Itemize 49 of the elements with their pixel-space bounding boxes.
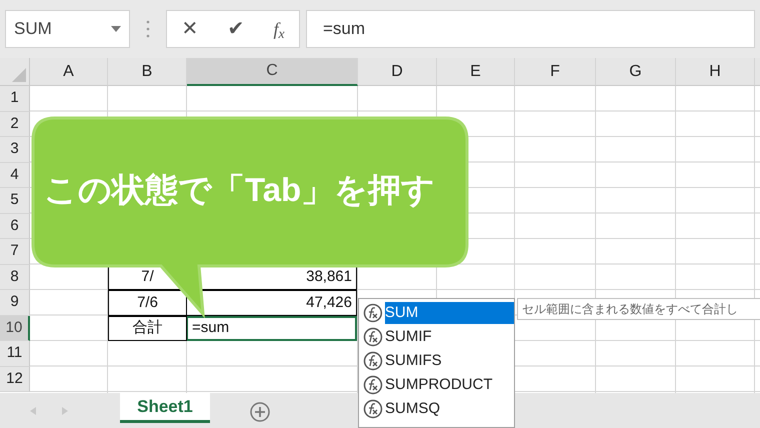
name-box-text: SUM — [14, 18, 52, 40]
row-header[interactable]: 7 — [0, 239, 30, 264]
row-header[interactable]: 9 — [0, 290, 30, 316]
column-header[interactable]: C — [187, 58, 358, 86]
row-header[interactable]: 2 — [0, 112, 30, 137]
triangle-icon — [12, 68, 26, 82]
column-header[interactable]: E — [437, 58, 515, 86]
insert-function-button[interactable]: f$_{x}$ — [273, 16, 284, 42]
function-icon — [363, 375, 383, 395]
drag-handle-icon[interactable] — [146, 19, 150, 39]
column-header[interactable]: G — [596, 58, 676, 86]
sheet-tab[interactable]: Sheet1 — [120, 393, 210, 423]
column-header[interactable]: D — [358, 58, 437, 86]
name-box[interactable]: SUM — [5, 10, 130, 48]
function-suggestion[interactable]: SUM — [384, 302, 514, 324]
row-header[interactable]: 12 — [0, 366, 30, 392]
column-header[interactable]: F — [515, 58, 596, 86]
row-header[interactable]: 5 — [0, 188, 30, 214]
table-cell: 合計 — [108, 316, 187, 341]
row-header[interactable]: 3 — [0, 137, 30, 162]
column-header[interactable]: B — [108, 58, 187, 86]
row-header[interactable]: 1 — [0, 86, 30, 112]
row-header[interactable]: 11 — [0, 341, 30, 366]
table-cell: 47,426 — [186, 290, 357, 316]
enter-button[interactable]: ✔ — [227, 14, 244, 44]
row-header[interactable]: 6 — [0, 214, 30, 239]
function-icon — [363, 351, 383, 371]
select-all-corner[interactable] — [0, 58, 30, 86]
column-header[interactable]: A — [30, 58, 108, 86]
function-icon — [363, 399, 383, 419]
formula-input[interactable]: =sum — [306, 10, 755, 48]
function-suggestion[interactable]: SUMSQ — [385, 398, 440, 420]
function-suggestion[interactable]: SUMPRODUCT — [385, 374, 492, 396]
function-icon — [363, 327, 383, 347]
cancel-button[interactable]: ✕ — [181, 14, 198, 44]
table-cell: =sum — [186, 316, 357, 341]
function-icon — [363, 303, 383, 323]
function-suggestion[interactable]: SUMIFS — [385, 350, 442, 372]
caret-icon — [111, 26, 121, 32]
row-header[interactable]: 4 — [0, 162, 30, 188]
add-sheet-icon[interactable] — [250, 402, 270, 422]
scroll-right-icon[interactable] — [62, 407, 68, 415]
column-header[interactable]: H — [676, 58, 755, 86]
function-tooltip: セル範囲に含まれる数値をすべて合計し — [517, 298, 760, 320]
callout-text: この状態で「Tab」を押す — [44, 170, 436, 210]
row-header[interactable]: 8 — [0, 264, 30, 290]
scroll-left-icon[interactable] — [30, 407, 36, 415]
function-suggestion[interactable]: SUMIF — [385, 326, 432, 348]
row-header[interactable]: 10 — [0, 316, 30, 341]
